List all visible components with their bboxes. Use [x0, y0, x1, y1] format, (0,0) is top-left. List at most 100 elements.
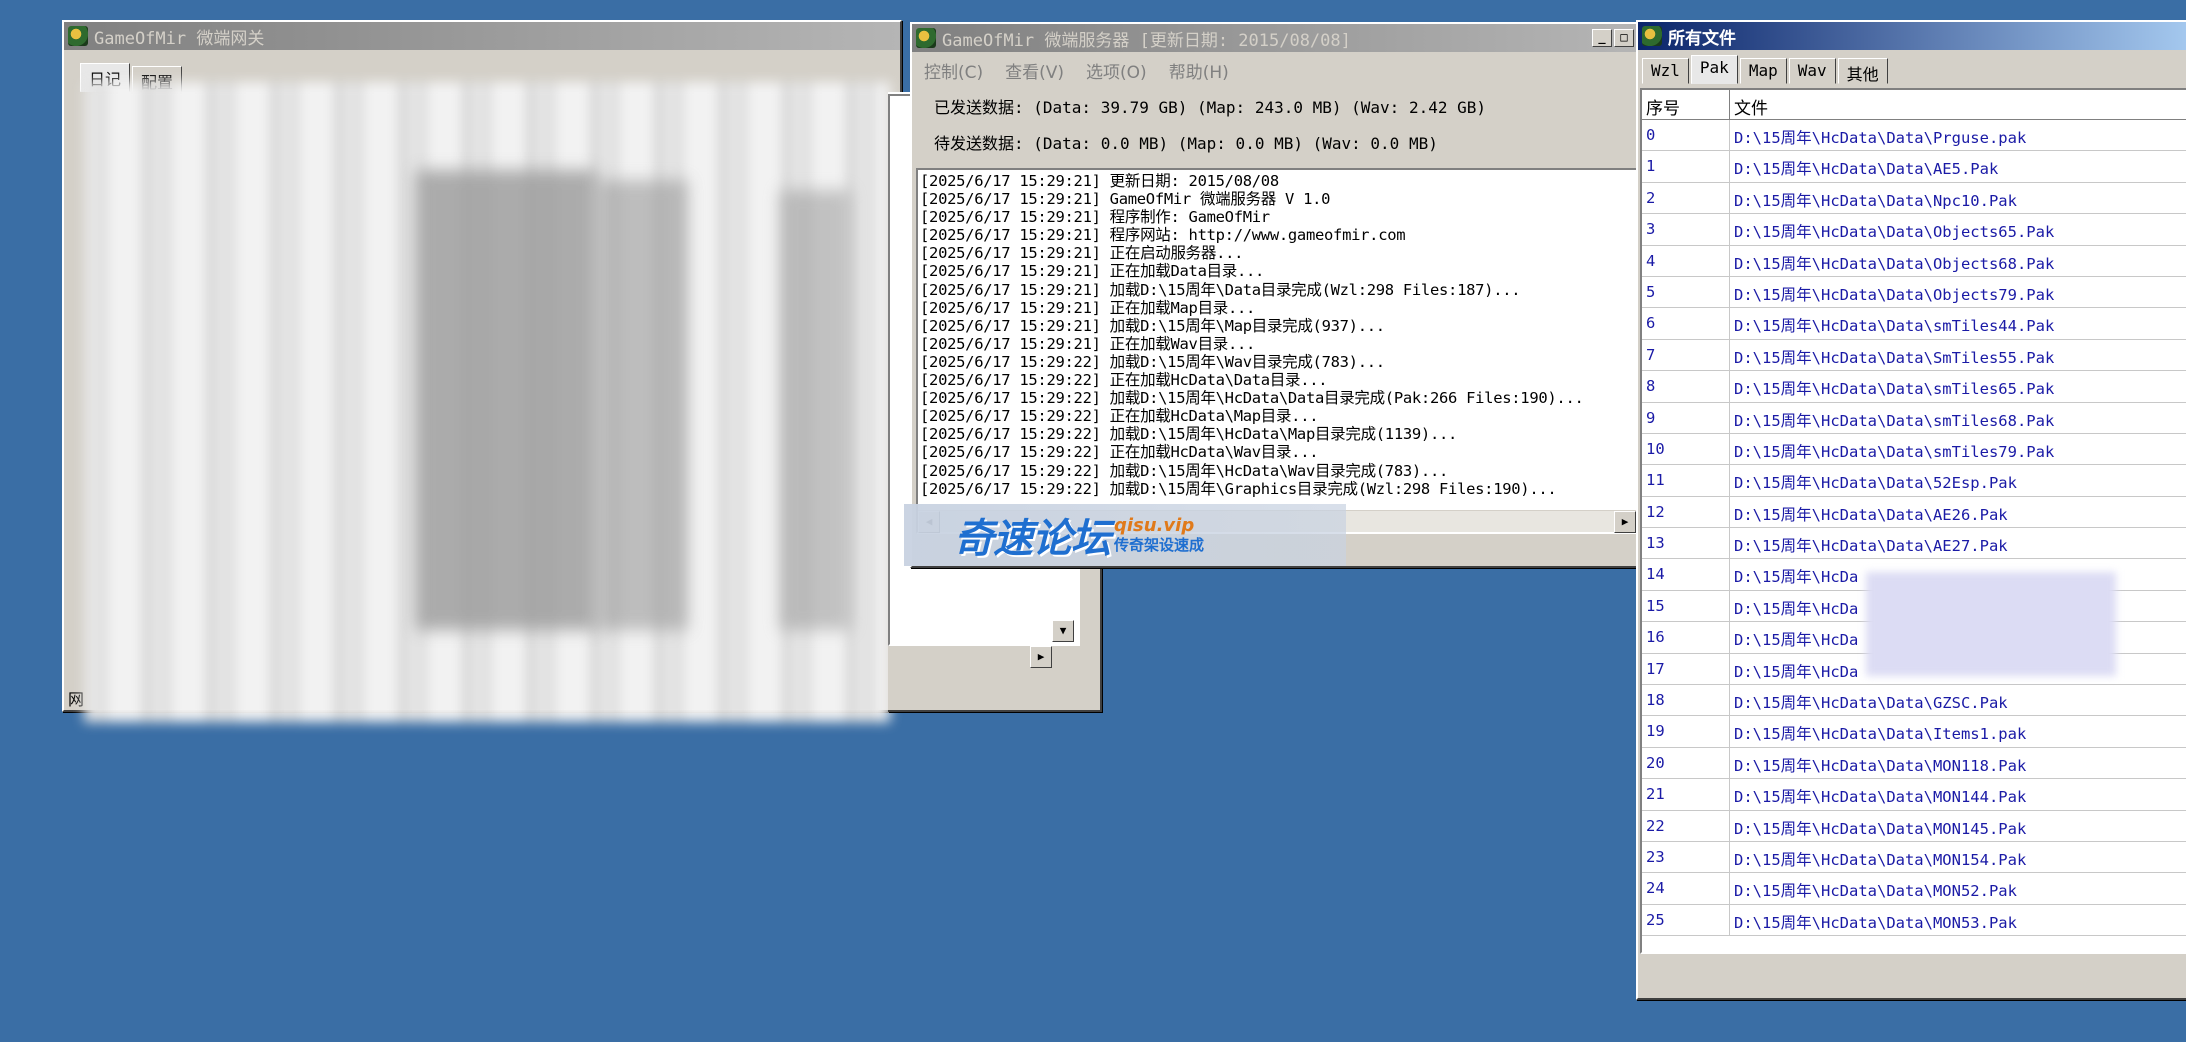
tab-other[interactable]: 其他	[1837, 58, 1888, 84]
table-row[interactable]: 24 D:\15周年\HcData\Data\MON52.Pak	[1642, 873, 2186, 905]
tab-pak[interactable]: Pak	[1690, 55, 1738, 84]
menu-view[interactable]: 查看(V)	[1005, 58, 1064, 83]
gateway-title: GameOfMir 微端网关	[94, 28, 265, 49]
log-line: [2025/6/17 15:29:21] 正在启动服务器...	[920, 244, 1244, 263]
server-menubar: 控制(C) 查看(V) 选项(O) 帮助(H)	[912, 52, 1638, 89]
files-title: 所有文件	[1668, 28, 1736, 49]
table-row[interactable]: 20 D:\15周年\HcData\Data\MON118.Pak	[1642, 747, 2186, 780]
table-row[interactable]: 7 D:\15周年\HcData\Data\SmTiles55.Pak	[1642, 339, 2186, 372]
row-file-path: D:\15周年\HcData\Data\smTiles68.Pak	[1734, 411, 2055, 430]
menu-help[interactable]: 帮助(H)	[1169, 58, 1229, 83]
row-file-path: D:\15周年\HcData\Data\MON144.Pak	[1734, 788, 2027, 807]
row-file-path: D:\15周年\HcData\Data\Npc10.Pak	[1734, 191, 2017, 210]
table-row[interactable]: 6 D:\15周年\HcData\Data\smTiles44.Pak	[1642, 308, 2186, 340]
blurred-content	[780, 190, 850, 630]
row-file-path: D:\15周年\HcData\Data\MON154.Pak	[1734, 850, 2027, 869]
sent-data-label: 已发送数据: (Data: 39.79 GB) (Map: 243.0 MB) …	[934, 98, 1487, 117]
files-grid[interactable]: 序号 文件 0 D:\15周年\HcData\Data\Prguse.pak 1 D:…	[1640, 88, 2186, 954]
gameofmir-icon	[916, 28, 936, 48]
files-window[interactable]: 所有文件 Wzl Pak Map Wav 其他 序号 文件 0 D:\15周年\H…	[1636, 20, 2186, 1000]
row-index: 16	[1642, 622, 1730, 653]
log-line: [2025/6/17 15:29:21] 正在加载Wav目录...	[920, 334, 1256, 353]
table-row[interactable]: 0 D:\15周年\HcData\Data\Prguse.pak	[1642, 120, 2186, 152]
log-line: [2025/6/17 15:29:22] 加载D:\15周年\HcData\Wa…	[920, 461, 1449, 480]
row-index: 25	[1642, 904, 1730, 936]
log-lines: [2025/6/17 15:29:21] 更新日期: 2015/08/08 [20…	[918, 170, 1636, 508]
row-file-path: D:\15周年\HcData\Data\smTiles65.Pak	[1734, 380, 2055, 399]
table-row[interactable]: 12 D:\15周年\HcData\Data\AE26.Pak	[1642, 496, 2186, 529]
row-index: 14	[1642, 559, 1730, 590]
gateway-titlebar[interactable]: GameOfMir 微端网关	[64, 22, 900, 50]
log-panel[interactable]: [2025/6/17 15:29:21] 更新日期: 2015/08/08 [20…	[916, 168, 1638, 534]
table-row[interactable]: 25 D:\15周年\HcData\Data\MON53.Pak	[1642, 904, 2186, 937]
table-row[interactable]: 23 D:\15周年\HcData\Data\MON154.Pak	[1642, 841, 2186, 874]
row-file-path: D:\15周年\HcData\Data\Objects79.Pak	[1734, 285, 2055, 304]
row-file-path: D:\15周年\HcData\Data\Items1.pak	[1734, 725, 2027, 744]
row-index: 17	[1642, 653, 1730, 685]
row-index: 20	[1642, 747, 1730, 779]
tab-wzl[interactable]: Wzl	[1642, 58, 1689, 84]
watermark-url: qisu.vip	[1114, 515, 1195, 536]
menu-control[interactable]: 控制(C)	[924, 58, 983, 83]
server-window[interactable]: GameOfMir 微端服务器 [更新日期: 2015/08/08] _ □ 控…	[910, 22, 1640, 568]
row-index: 2	[1642, 182, 1730, 214]
scroll-right-button[interactable]: ▶	[1030, 646, 1052, 668]
table-row[interactable]: 18 D:\15周年\HcData\Data\GZSC.Pak	[1642, 685, 2186, 717]
row-file-path: D:\15周年\HcData\Data\MON145.Pak	[1734, 819, 2027, 838]
grid-body: 0 D:\15周年\HcData\Data\Prguse.pak 1 D:\15周年\…	[1642, 120, 2186, 937]
table-row[interactable]: 10 D:\15周年\HcData\Data\smTiles79.Pak	[1642, 433, 2186, 466]
column-index[interactable]: 序号	[1642, 90, 1730, 119]
tab-map[interactable]: Map	[1739, 58, 1787, 84]
table-row[interactable]: 19 D:\15周年\HcData\Data\Items1.pak	[1642, 716, 2186, 748]
row-file-path: D:\15周年\HcData\Data\52Esp.Pak	[1734, 474, 2017, 493]
table-row[interactable]: 9 D:\15周年\HcData\Data\smTiles68.Pak	[1642, 402, 2186, 434]
table-row[interactable]: 5 D:\15周年\HcData\Data\Objects79.Pak	[1642, 276, 2186, 309]
table-row[interactable]: 1 D:\15周年\HcData\Data\AE5.Pak	[1642, 151, 2186, 183]
log-line: [2025/6/17 15:29:22] 正在加载HcData\Map目录...	[920, 407, 1319, 426]
log-line: [2025/6/17 15:29:21] 正在加载Data目录...	[920, 262, 1265, 281]
row-index: 15	[1642, 590, 1730, 622]
scroll-right-button[interactable]: ▶	[1614, 511, 1636, 533]
server-title: GameOfMir 微端服务器 [更新日期: 2015/08/08]	[942, 30, 1351, 51]
blurred-content	[1866, 572, 2116, 676]
maximize-button[interactable]: □	[1614, 29, 1634, 47]
column-file[interactable]: 文件	[1730, 90, 2186, 119]
row-index: 18	[1642, 685, 1730, 716]
table-row[interactable]: 22 D:\15周年\HcData\Data\MON145.Pak	[1642, 810, 2186, 842]
log-line: [2025/6/17 15:29:22] 加载D:\15周年\HcData\Da…	[920, 389, 1584, 408]
blurred-content	[416, 170, 596, 630]
row-file-path: D:\15周年\HcData\Data\SmTiles55.Pak	[1734, 348, 2055, 367]
log-line: [2025/6/17 15:29:21] 加载D:\15周年\Data目录完成(…	[920, 280, 1521, 299]
grid-header: 序号 文件	[1642, 90, 2186, 120]
row-index: 8	[1642, 371, 1730, 402]
table-row[interactable]: 8 D:\15周年\HcData\Data\smTiles65.Pak	[1642, 371, 2186, 403]
table-row[interactable]: 3 D:\15周年\HcData\Data\Objects65.Pak	[1642, 214, 2186, 246]
scroll-down-button[interactable]: ▼	[1052, 620, 1074, 642]
row-index: 24	[1642, 873, 1730, 904]
minimize-button[interactable]: _	[1592, 29, 1612, 47]
log-line: [2025/6/17 15:29:21] 程序制作: GameOfMir	[920, 208, 1270, 227]
row-file-path: D:\15周年\HcData\Data\AE26.Pak	[1734, 505, 2008, 524]
files-titlebar[interactable]: 所有文件	[1638, 22, 2186, 50]
row-index: 13	[1642, 528, 1730, 559]
server-titlebar[interactable]: GameOfMir 微端服务器 [更新日期: 2015/08/08] _ □	[912, 24, 1638, 52]
watermark: 奇速论坛 qisu.vip 传奇架设速成	[904, 504, 1346, 566]
log-line: [2025/6/17 15:29:22] 加载D:\15周年\HcData\Ma…	[920, 425, 1458, 444]
row-index: 23	[1642, 841, 1730, 873]
row-index: 21	[1642, 779, 1730, 810]
gameofmir-icon	[68, 26, 88, 46]
table-row[interactable]: 4 D:\15周年\HcData\Data\Objects68.Pak	[1642, 245, 2186, 277]
gameofmir-icon	[1642, 26, 1662, 46]
row-index: 3	[1642, 214, 1730, 245]
table-row[interactable]: 2 D:\15周年\HcData\Data\Npc10.Pak	[1642, 182, 2186, 215]
row-index: 4	[1642, 245, 1730, 276]
row-index: 7	[1642, 339, 1730, 371]
row-index: 0	[1642, 120, 1730, 151]
row-index: 22	[1642, 810, 1730, 841]
table-row[interactable]: 13 D:\15周年\HcData\Data\AE27.Pak	[1642, 528, 2186, 560]
row-index: 9	[1642, 402, 1730, 433]
tab-wav[interactable]: Wav	[1788, 58, 1836, 84]
table-row[interactable]: 11 D:\15周年\HcData\Data\52Esp.Pak	[1642, 465, 2186, 497]
menu-options[interactable]: 选项(O)	[1086, 58, 1147, 83]
table-row[interactable]: 21 D:\15周年\HcData\Data\MON144.Pak	[1642, 779, 2186, 811]
